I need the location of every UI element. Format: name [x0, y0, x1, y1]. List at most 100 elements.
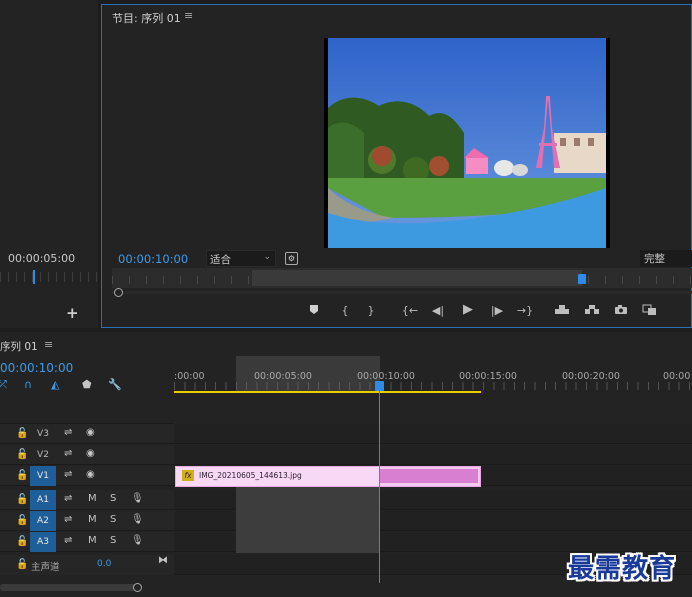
extract-button[interactable] [582, 304, 602, 318]
track-header-a1[interactable]: 🔓 A1 ⇌ M S 🎙 [0, 490, 174, 510]
track-name[interactable]: A3 [30, 532, 56, 552]
mark-out-icon: } [367, 304, 375, 317]
mark-in-button[interactable]: { [335, 304, 355, 317]
mute-button[interactable]: M [88, 514, 97, 525]
go-to-in-button[interactable]: {← [400, 304, 420, 317]
compare-icon [642, 304, 656, 315]
comparison-view-button[interactable] [640, 304, 660, 319]
timeline-playhead-line [379, 391, 380, 583]
lock-icon[interactable]: 🔓 [16, 494, 28, 505]
timeline-horizontal-scrollbar[interactable] [0, 584, 140, 591]
timeline-menu-icon[interactable]: ≡ [44, 338, 53, 351]
wrench-settings-icon[interactable]: 🔧 [108, 378, 122, 391]
work-area-bar[interactable] [174, 391, 481, 393]
play-button[interactable]: ▶ [458, 302, 478, 317]
transport-controls: { } {← ◀| ▶ |▶ →} [300, 302, 692, 322]
timeline-playhead-handle[interactable] [375, 381, 384, 391]
track-lane-v2[interactable] [174, 445, 692, 465]
lock-icon[interactable]: 🔓 [16, 428, 28, 439]
marker-icon [310, 305, 318, 314]
ruler-label: 00:00:20:00 [562, 371, 620, 382]
program-video-frame [324, 38, 610, 248]
track-name[interactable]: A1 [30, 490, 56, 510]
lock-icon[interactable]: 🔓 [16, 449, 28, 460]
microphone-icon[interactable]: 🎙 [131, 514, 144, 525]
sync-lock-icon[interactable]: ⇌ [64, 535, 72, 546]
timeline-ruler-ticks [174, 382, 692, 390]
eye-icon[interactable]: ◉ [86, 427, 95, 438]
add-button[interactable]: + [66, 304, 79, 322]
mark-in-icon: { [341, 304, 349, 317]
solo-button[interactable]: S [110, 493, 116, 504]
step-forward-button[interactable]: |▶ [487, 304, 507, 317]
timeline-tab-title[interactable]: 序列 01 [0, 339, 38, 354]
lock-icon[interactable]: 🔓 [16, 536, 28, 547]
track-lane-v3[interactable] [174, 424, 692, 444]
track-header-v3[interactable]: 🔓 V3 ⇌ ◉ [0, 424, 174, 444]
step-back-button[interactable]: ◀| [428, 304, 448, 317]
mark-out-button[interactable]: } [361, 304, 381, 317]
microphone-icon[interactable]: 🎙 [131, 493, 144, 504]
camera-icon [615, 305, 627, 314]
ruler-label: 00:00:10:00 [357, 371, 415, 382]
panel-menu-icon[interactable]: ≡ [184, 9, 193, 22]
program-in-out-range [252, 270, 582, 286]
nest-toggle-icon[interactable]: ⤱ [0, 378, 7, 392]
track-header-spacer [0, 400, 174, 424]
source-scrub-bar[interactable] [0, 268, 98, 288]
timeline-tools: ⤱ ∩ ◭ ⬟ 🔧 [0, 378, 130, 394]
sync-lock-icon[interactable]: ⇌ [64, 493, 72, 504]
lock-icon[interactable]: 🔓 [16, 559, 28, 570]
lock-icon[interactable]: 🔓 [16, 515, 28, 526]
timeline-timecode[interactable]: 00:00:10:00 [0, 361, 73, 375]
track-header-v1[interactable]: 🔓 V1 ⇌ ◉ [0, 466, 174, 486]
add-marker-button[interactable] [304, 304, 324, 318]
eye-icon[interactable]: ◉ [86, 448, 95, 459]
snap-magnet-icon[interactable]: ∩ [24, 378, 32, 391]
fx-badge[interactable]: fx [182, 470, 194, 481]
track-header-a2[interactable]: 🔓 A2 ⇌ M S 🎙 [0, 511, 174, 531]
program-monitor-title[interactable]: 节目: 序列 01 [112, 10, 181, 26]
track-name[interactable]: A2 [30, 511, 56, 531]
step-forward-icon: |▶ [490, 304, 504, 317]
ruler-label: 00:00:15:00 [459, 371, 517, 382]
mute-button[interactable]: M [88, 535, 97, 546]
play-icon: ▶ [463, 302, 473, 317]
solo-button[interactable]: S [110, 514, 116, 525]
add-marker-icon[interactable]: ⬟ [82, 378, 92, 391]
timeline-zoom-handle[interactable] [133, 583, 142, 592]
zoom-fit-select[interactable]: 适合 ⌄ [206, 250, 276, 267]
mute-button[interactable]: M [88, 493, 97, 504]
go-to-end-icon[interactable]: ⧓ [158, 555, 168, 566]
sync-lock-icon[interactable]: ⇌ [64, 427, 72, 438]
track-header-a3[interactable]: 🔓 A3 ⇌ M S 🎙 [0, 532, 174, 552]
sync-lock-icon[interactable]: ⇌ [64, 469, 72, 480]
park-scene-image [324, 38, 610, 248]
microphone-icon[interactable]: 🎙 [131, 535, 144, 546]
program-timecode[interactable]: 00:00:10:00 [118, 252, 188, 266]
export-frame-button[interactable] [611, 304, 631, 318]
sync-lock-icon[interactable]: ⇌ [64, 514, 72, 525]
step-back-icon: ◀| [431, 304, 445, 317]
source-timecode[interactable]: 00:00:05:00 [8, 252, 75, 265]
ruler-label: 00:00 [663, 371, 691, 382]
program-zoom-handle[interactable] [114, 288, 123, 297]
linked-selection-icon[interactable]: ◭ [51, 378, 59, 391]
program-playhead[interactable] [578, 274, 586, 284]
track-name[interactable]: V1 [30, 466, 56, 486]
master-track-label: 主声道 [31, 562, 60, 573]
settings-icon[interactable]: ⚙ [285, 252, 298, 265]
lift-button[interactable] [552, 304, 572, 318]
track-header-v2[interactable]: 🔓 V2 ⇌ ◉ [0, 445, 174, 465]
go-to-out-button[interactable]: →} [515, 304, 535, 317]
eye-icon[interactable]: ◉ [86, 469, 95, 480]
sync-lock-icon[interactable]: ⇌ [64, 448, 72, 459]
lock-icon[interactable]: 🔓 [16, 470, 28, 481]
master-volume-value[interactable]: 0.0 [97, 559, 111, 569]
playback-resolution-select[interactable]: 完整 [640, 250, 692, 267]
solo-button[interactable]: S [110, 535, 116, 546]
track-name[interactable]: V2 [30, 445, 56, 465]
source-playhead[interactable] [33, 270, 35, 284]
program-zoom-scrollbar[interactable] [112, 291, 692, 294]
track-name[interactable]: V3 [30, 424, 56, 444]
